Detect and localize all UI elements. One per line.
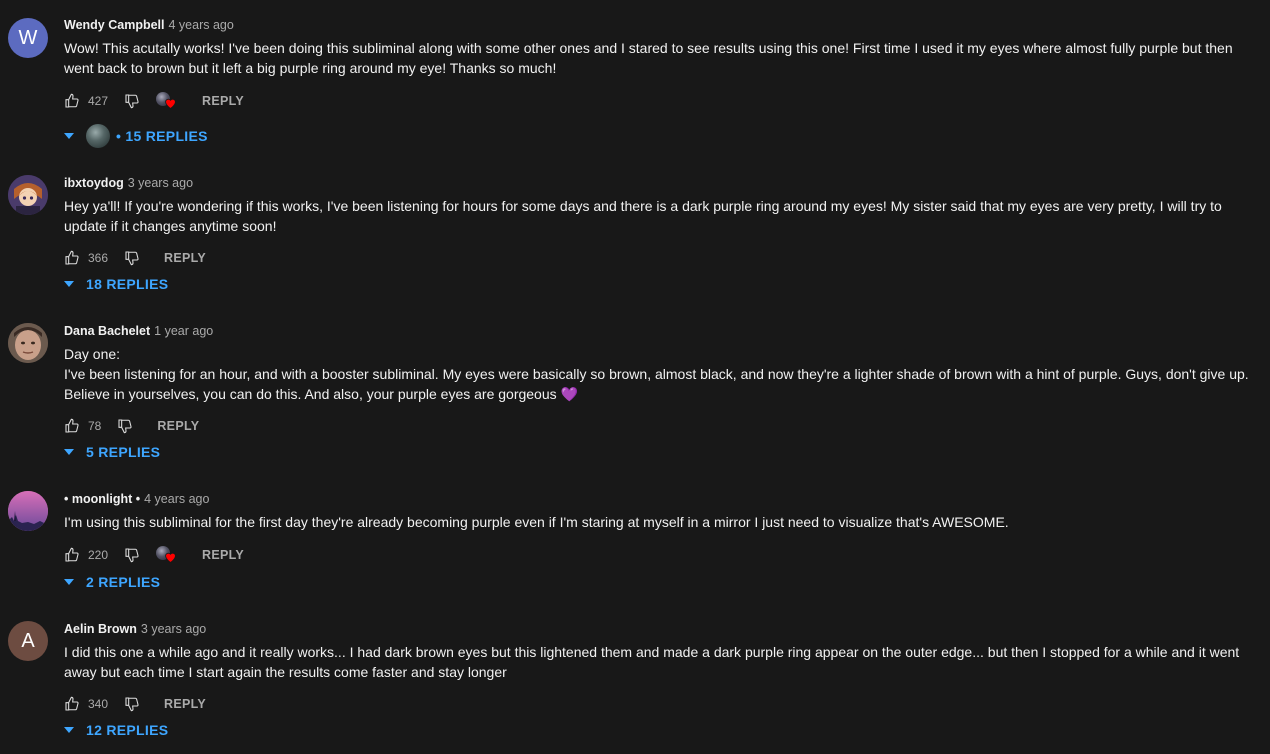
replies-label: 5 REPLIES — [86, 444, 161, 460]
like-count: 220 — [88, 548, 109, 562]
comment-time[interactable]: 3 years ago — [141, 622, 206, 636]
creator-avatar — [86, 124, 110, 148]
view-replies-button[interactable]: • 15 REPLIES — [64, 124, 208, 148]
comment-text: I'm using this subliminal for the first … — [64, 514, 1009, 530]
author-name[interactable]: Wendy Campbell — [64, 18, 164, 32]
replies-label: 18 REPLIES — [86, 276, 169, 292]
caret-down-icon — [64, 727, 74, 733]
comment-time[interactable]: 4 years ago — [144, 492, 209, 506]
replies-label: 12 REPLIES — [86, 722, 169, 738]
reply-button[interactable]: REPLY — [202, 548, 244, 562]
comment-time[interactable]: 1 year ago — [154, 324, 213, 338]
comment-header: • moonlight • 4 years ago — [64, 492, 209, 506]
comment-header: Dana Bachelet 1 year ago — [64, 324, 213, 338]
comment-text-line: I've been listening for an hour, and wit… — [64, 366, 1249, 402]
view-replies-button[interactable]: 12 REPLIES — [64, 722, 168, 738]
thumbs-down-icon[interactable] — [124, 250, 140, 266]
avatar[interactable] — [8, 323, 48, 363]
avatar[interactable]: W — [8, 18, 48, 58]
thumbs-up-icon[interactable] — [64, 547, 80, 563]
view-replies-button[interactable]: 5 REPLIES — [64, 444, 160, 460]
like-count: 78 — [88, 419, 102, 433]
avatar[interactable]: A — [8, 621, 48, 661]
reply-button[interactable]: REPLY — [157, 419, 199, 433]
comment-header: Aelin Brown 3 years ago — [64, 622, 206, 636]
comment-actions: 78 REPLY — [64, 416, 199, 436]
avatar-image — [8, 175, 48, 215]
thumbs-down-icon[interactable] — [117, 418, 133, 434]
creator-heart-icon — [156, 92, 178, 110]
caret-down-icon — [64, 281, 74, 287]
caret-down-icon — [64, 579, 74, 585]
comment-actions: 366 REPLY — [64, 248, 206, 268]
comment-header: Wendy Campbell 4 years ago — [64, 18, 234, 32]
replies-label: • 15 REPLIES — [116, 128, 208, 144]
avatar-image — [8, 323, 48, 363]
thumbs-up-icon[interactable] — [64, 418, 80, 434]
comment-text: Hey ya'll! If you're wondering if this w… — [64, 198, 1222, 234]
comment-time[interactable]: 4 years ago — [168, 18, 233, 32]
author-name[interactable]: • moonlight • — [64, 492, 140, 506]
thumbs-down-icon[interactable] — [124, 547, 140, 563]
avatar-letter: A — [21, 629, 35, 652]
comment-actions: 220 REPLY — [64, 545, 244, 565]
author-name[interactable]: Dana Bachelet — [64, 324, 150, 338]
replies-label: 2 REPLIES — [86, 574, 161, 590]
reply-button[interactable]: REPLY — [164, 251, 206, 265]
like-count: 427 — [88, 94, 109, 108]
avatar-image — [8, 491, 48, 531]
comment-time[interactable]: 3 years ago — [128, 176, 193, 190]
thumbs-up-icon[interactable] — [64, 93, 80, 109]
like-count: 340 — [88, 697, 109, 711]
view-replies-button[interactable]: 2 REPLIES — [64, 574, 160, 590]
comment-header: ibxtoydog 3 years ago — [64, 176, 193, 190]
reply-button[interactable]: REPLY — [164, 697, 206, 711]
avatar-letter: W — [18, 26, 38, 49]
reply-button[interactable]: REPLY — [202, 94, 244, 108]
comment-text: I did this one a while ago and it really… — [64, 644, 1240, 680]
caret-down-icon — [64, 449, 74, 455]
creator-heart-icon — [156, 546, 178, 564]
author-name[interactable]: Aelin Brown — [64, 622, 137, 636]
thumbs-up-icon[interactable] — [64, 696, 80, 712]
avatar[interactable] — [8, 175, 48, 215]
author-name[interactable]: ibxtoydog — [64, 176, 124, 190]
caret-down-icon — [64, 133, 74, 139]
comment-actions: 340 REPLY — [64, 694, 206, 714]
comment-actions: 427 REPLY — [64, 91, 244, 111]
comment-text-line: Day one: — [64, 346, 121, 362]
thumbs-down-icon[interactable] — [124, 93, 140, 109]
comment-text: Wow! This acutally works! I've been doin… — [64, 40, 1233, 76]
like-count: 366 — [88, 251, 109, 265]
avatar[interactable] — [8, 491, 48, 531]
thumbs-up-icon[interactable] — [64, 250, 80, 266]
comment-text: Day one: I've been listening for an hour… — [64, 344, 1254, 404]
view-replies-button[interactable]: 18 REPLIES — [64, 276, 168, 292]
thumbs-down-icon[interactable] — [124, 696, 140, 712]
